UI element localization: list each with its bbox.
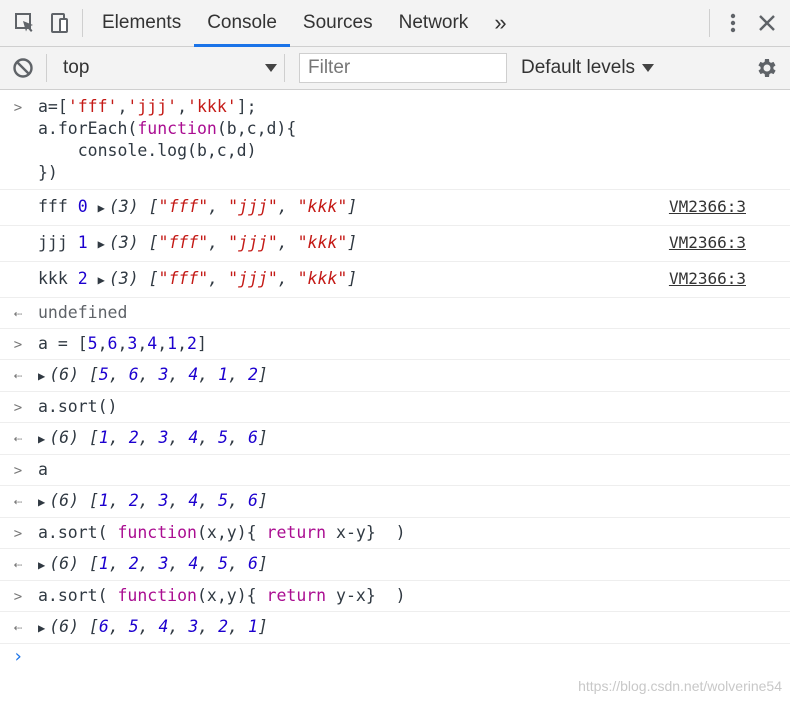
kebab-menu-icon[interactable] <box>716 0 750 46</box>
toolbar-divider <box>82 9 83 37</box>
array-preview[interactable]: (3) ["fff", "jjj", "kkk"] <box>109 269 357 288</box>
inspect-element-icon[interactable] <box>8 0 42 46</box>
code-line: a <box>38 460 48 479</box>
console-filter-bar: top Default levels <box>0 47 790 90</box>
array-preview[interactable]: (6) [1, 2, 3, 4, 5, 6] <box>49 491 268 510</box>
log-index: 0 <box>77 197 88 216</box>
result-arrow-icon: ⇠ <box>13 620 23 636</box>
code-line: }) <box>38 163 58 182</box>
tab-elements[interactable]: Elements <box>89 0 194 46</box>
toolbar-divider-right <box>709 9 710 37</box>
console-prompt[interactable]: › <box>0 644 790 674</box>
console-result-entry: ⇠ ▶ (6) [1, 2, 3, 4, 5, 6] <box>0 486 790 518</box>
input-chevron-icon: > <box>13 100 23 116</box>
code-line: console.log(b,c,d) <box>38 141 257 160</box>
device-toolbar-icon[interactable] <box>42 0 76 46</box>
input-chevron-icon: > <box>13 526 23 542</box>
code-line: a.sort() <box>38 397 118 416</box>
expand-triangle-icon[interactable]: ▶ <box>98 201 105 215</box>
prompt-chevron-icon: › <box>12 646 24 667</box>
expand-triangle-icon[interactable]: ▶ <box>38 495 45 509</box>
filter-divider <box>46 54 47 82</box>
log-levels-label: Default levels <box>521 57 636 78</box>
console-result-entry: ⇠ ▶ (6) [1, 2, 3, 4, 5, 6] <box>0 549 790 581</box>
array-preview[interactable]: (3) ["fff", "jjj", "kkk"] <box>109 233 357 252</box>
expand-triangle-icon[interactable]: ▶ <box>38 621 45 635</box>
console-input-entry: > a.sort( function(x,y){ return y-x} ) <box>0 581 790 612</box>
result-value: undefined <box>38 303 128 322</box>
input-chevron-icon: > <box>13 337 23 353</box>
input-chevron-icon: > <box>13 400 23 416</box>
code-line: a=['fff','jjj','kkk']; <box>38 97 257 116</box>
input-chevron-icon: > <box>13 589 23 605</box>
log-index: 2 <box>77 269 88 288</box>
console-input-entry: > a.sort( function(x,y){ return x-y} ) <box>0 518 790 549</box>
console-result-entry: ⇠ undefined <box>0 298 790 329</box>
console-input-entry: > a=['fff','jjj','kkk']; a.forEach(funct… <box>0 89 790 190</box>
source-link[interactable]: VM2366:3 <box>669 268 746 290</box>
context-selector[interactable]: top <box>63 57 278 79</box>
array-preview[interactable]: (6) [5, 6, 3, 4, 1, 2] <box>49 365 268 384</box>
result-arrow-icon: ⇠ <box>13 431 23 447</box>
result-arrow-icon: ⇠ <box>13 368 23 384</box>
more-tabs-icon[interactable]: » <box>481 0 519 46</box>
close-icon[interactable] <box>750 0 784 46</box>
code-line: a.sort( function(x,y){ return y-x} ) <box>38 586 406 605</box>
expand-triangle-icon[interactable]: ▶ <box>38 432 45 446</box>
expand-triangle-icon[interactable]: ▶ <box>38 369 45 383</box>
console-input-entry: > a = [5,6,3,4,1,2] <box>0 329 790 360</box>
tab-sources[interactable]: Sources <box>290 0 386 46</box>
console-result-entry: ⇠ ▶ (6) [1, 2, 3, 4, 5, 6] <box>0 423 790 455</box>
console-log-entry: fff 0 ▶ (3) ["fff", "jjj", "kkk"] VM2366:… <box>0 190 790 226</box>
console-result-entry: ⇠ ▶ (6) [5, 6, 3, 4, 1, 2] <box>0 360 790 392</box>
context-label: top <box>63 57 90 78</box>
filter-divider-2 <box>284 54 285 82</box>
array-preview[interactable]: (6) [6, 5, 4, 3, 2, 1] <box>49 617 268 636</box>
log-levels-dropdown[interactable]: Default levels <box>521 57 655 79</box>
console-log-entry: kkk 2 ▶ (3) ["fff", "jjj", "kkk"] VM2366:… <box>0 262 790 298</box>
source-link[interactable]: VM2366:3 <box>669 196 746 218</box>
tab-network[interactable]: Network <box>386 0 482 46</box>
prompt-input[interactable] <box>38 649 48 668</box>
code-line: a.forEach(function(b,c,d){ <box>38 119 297 138</box>
log-value: jjj <box>38 233 68 252</box>
result-arrow-icon: ⇠ <box>13 557 23 573</box>
input-chevron-icon: > <box>13 463 23 479</box>
log-value: fff <box>38 197 68 216</box>
console-messages: > a=['fff','jjj','kkk']; a.forEach(funct… <box>0 89 790 704</box>
code-line: a = [5,6,3,4,1,2] <box>38 334 207 353</box>
array-preview[interactable]: (6) [1, 2, 3, 4, 5, 6] <box>49 554 268 573</box>
console-log-entry: jjj 1 ▶ (3) ["fff", "jjj", "kkk"] VM2366:… <box>0 226 790 262</box>
watermark: https://blog.csdn.net/wolverine54 <box>578 678 782 694</box>
result-arrow-icon: ⇠ <box>13 494 23 510</box>
log-value: kkk <box>38 269 68 288</box>
array-preview[interactable]: (6) [1, 2, 3, 4, 5, 6] <box>49 428 268 447</box>
log-index: 1 <box>77 233 88 252</box>
expand-triangle-icon[interactable]: ▶ <box>98 237 105 251</box>
array-preview[interactable]: (3) ["fff", "jjj", "kkk"] <box>109 197 357 216</box>
settings-gear-icon[interactable] <box>750 47 784 89</box>
console-input-entry: > a <box>0 455 790 486</box>
dropdown-arrow-icon <box>642 64 655 72</box>
console-input-entry: > a.sort() <box>0 392 790 423</box>
source-link[interactable]: VM2366:3 <box>669 232 746 254</box>
filter-input[interactable] <box>299 53 507 83</box>
dropdown-arrow-icon <box>265 64 277 72</box>
tab-console[interactable]: Console <box>194 0 290 47</box>
result-arrow-icon: ⇠ <box>13 306 23 322</box>
devtools-tabbar: Elements Console Sources Network » <box>0 0 790 47</box>
expand-triangle-icon[interactable]: ▶ <box>98 273 105 287</box>
expand-triangle-icon[interactable]: ▶ <box>38 558 45 572</box>
clear-console-icon[interactable] <box>6 47 40 89</box>
code-line: a.sort( function(x,y){ return x-y} ) <box>38 523 406 542</box>
console-result-entry: ⇠ ▶ (6) [6, 5, 4, 3, 2, 1] <box>0 612 790 644</box>
